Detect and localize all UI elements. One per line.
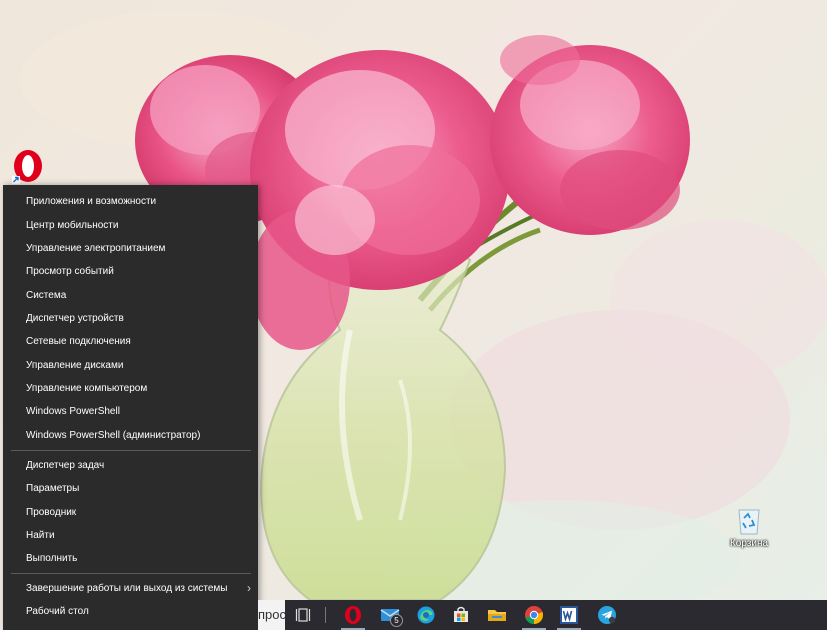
chevron-right-icon: ›	[247, 581, 251, 595]
task-view-icon	[295, 608, 311, 622]
menu-item-run[interactable]: Выполнить	[3, 547, 258, 570]
opera-icon	[12, 150, 42, 184]
taskbar-explorer-button[interactable]	[482, 600, 512, 630]
menu-item-task-manager[interactable]: Диспетчер задач	[3, 454, 258, 477]
menu-item-settings[interactable]: Параметры	[3, 477, 258, 500]
telegram-icon	[598, 606, 616, 624]
taskbar: прос 5	[258, 600, 827, 630]
menu-separator	[11, 450, 251, 451]
taskbar-opera-button[interactable]	[338, 600, 368, 630]
edge-icon	[417, 606, 435, 624]
winx-menu: Приложения и возможности Центр мобильнос…	[3, 185, 258, 630]
taskbar-store-button[interactable]	[446, 600, 476, 630]
store-icon	[454, 606, 468, 622]
task-view-button[interactable]	[289, 600, 319, 630]
menu-item-shutdown-label: Завершение работы или выход из системы	[26, 583, 228, 594]
menu-item-event-viewer[interactable]: Просмотр событий	[3, 260, 258, 283]
menu-item-device-manager[interactable]: Диспетчер устройств	[3, 307, 258, 330]
file-explorer-icon	[488, 610, 506, 621]
taskbar-edge-button[interactable]	[411, 600, 441, 630]
recycle-bin-label: Корзина	[729, 538, 769, 549]
menu-item-powershell[interactable]: Windows PowerShell	[3, 400, 258, 423]
menu-item-network-connections[interactable]: Сетевые подключения	[3, 330, 258, 353]
menu-item-power-options[interactable]: Управление электропитанием	[3, 237, 258, 260]
opera-icon	[345, 606, 361, 624]
menu-item-desktop[interactable]: Рабочий стол	[3, 600, 258, 623]
search-box[interactable]: прос	[258, 600, 285, 630]
taskbar-word-button[interactable]	[554, 600, 584, 630]
menu-item-computer-management[interactable]: Управление компьютером	[3, 377, 258, 400]
menu-item-disk-management[interactable]: Управление дисками	[3, 354, 258, 377]
opera-desktop-shortcut[interactable]	[10, 148, 46, 184]
recycle-bin-shortcut[interactable]: Корзина	[728, 506, 770, 549]
menu-separator	[11, 573, 251, 574]
search-box-text: прос	[258, 607, 285, 622]
recycle-bin-icon	[736, 506, 762, 536]
menu-item-powershell-admin[interactable]: Windows PowerShell (администратор)	[3, 424, 258, 447]
menu-item-apps-features[interactable]: Приложения и возможности	[3, 190, 258, 213]
menu-item-mobility-center[interactable]: Центр мобильности	[3, 214, 258, 237]
mail-badge: 5	[390, 614, 403, 627]
taskbar-mail-button[interactable]: 5	[375, 600, 405, 630]
taskbar-chrome-button[interactable]	[519, 600, 549, 630]
word-icon	[560, 606, 578, 624]
menu-item-system[interactable]: Система	[3, 284, 258, 307]
taskbar-divider	[325, 607, 326, 623]
menu-item-explorer[interactable]: Проводник	[3, 501, 258, 524]
menu-item-search[interactable]: Найти	[3, 524, 258, 547]
taskbar-telegram-button[interactable]	[592, 600, 622, 630]
chrome-icon	[525, 606, 544, 624]
menu-item-shutdown[interactable]: Завершение работы или выход из системы ›	[3, 577, 258, 600]
